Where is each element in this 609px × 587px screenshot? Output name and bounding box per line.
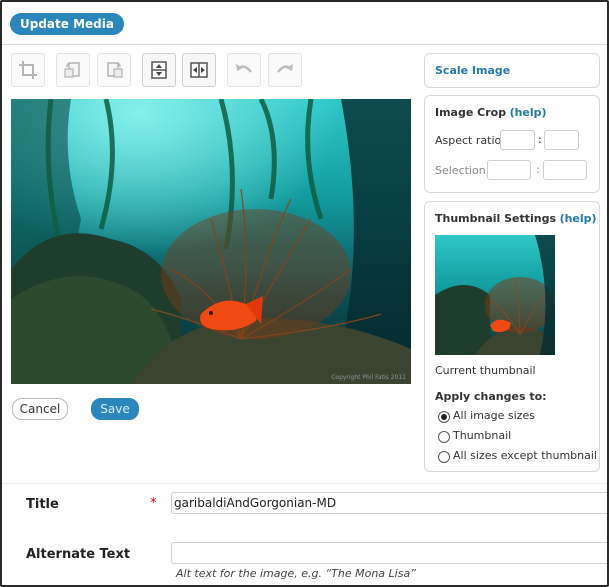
rotate-left-button[interactable] bbox=[56, 53, 90, 87]
flip-vertical-button[interactable] bbox=[142, 53, 176, 87]
apply-changes-label: Apply changes to: bbox=[435, 390, 547, 403]
image-crop-title: Image Crop bbox=[435, 106, 507, 119]
flip-horizontal-button[interactable] bbox=[182, 53, 216, 87]
thumbnail-settings-panel: Thumbnail Settings (help) Current thumbn… bbox=[424, 201, 600, 472]
required-marker: * bbox=[150, 496, 157, 511]
aspect-ratio-label: Aspect ratio: bbox=[435, 134, 505, 147]
thumbnail-help-link[interactable]: (help) bbox=[560, 212, 597, 225]
undo-button[interactable] bbox=[227, 53, 261, 87]
selection-height-input[interactable] bbox=[543, 160, 587, 180]
apply-except-thumbnail-radio[interactable] bbox=[438, 451, 450, 463]
update-media-button[interactable]: Update Media bbox=[10, 13, 124, 35]
scale-image-panel[interactable]: Scale Image bbox=[424, 53, 600, 88]
aspect-ratio-height-input[interactable] bbox=[544, 130, 579, 150]
current-thumbnail-label: Current thumbnail bbox=[435, 364, 536, 377]
header-bar: Update Media bbox=[2, 2, 607, 45]
undo-icon bbox=[236, 64, 252, 73]
rotate-left-icon bbox=[64, 62, 80, 78]
crop-icon bbox=[19, 61, 37, 79]
photo-watermark: Copyright Phil Fatis 2011 bbox=[331, 374, 406, 381]
flip-horizontal-icon bbox=[190, 62, 208, 78]
rotate-right-icon bbox=[107, 62, 123, 78]
apply-all-sizes-radio[interactable] bbox=[438, 411, 450, 423]
flip-vertical-icon bbox=[151, 61, 167, 79]
fields-divider bbox=[2, 483, 607, 484]
image-crop-panel: Image Crop (help) Aspect ratio: : Select… bbox=[424, 95, 600, 193]
redo-button[interactable] bbox=[268, 53, 302, 87]
crop-button[interactable] bbox=[11, 53, 45, 87]
edit-image-preview[interactable]: Copyright Phil Fatis 2011 bbox=[11, 99, 411, 384]
title-input[interactable]: garibaldiAndGorgonian-MD bbox=[171, 492, 607, 514]
alternate-text-input[interactable] bbox=[171, 542, 607, 564]
selection-separator: : bbox=[536, 163, 540, 176]
apply-thumbnail-radio[interactable] bbox=[438, 431, 450, 443]
aspect-ratio-width-input[interactable] bbox=[500, 130, 535, 150]
title-label: Title bbox=[26, 497, 59, 512]
apply-all-sizes-label[interactable]: All image sizes bbox=[453, 409, 535, 422]
redo-icon bbox=[277, 64, 293, 73]
apply-except-thumbnail-label[interactable]: All sizes except thumbnail bbox=[453, 449, 597, 462]
selection-width-input[interactable] bbox=[487, 160, 531, 180]
rotate-right-button[interactable] bbox=[97, 53, 131, 87]
selection-label: Selection: bbox=[435, 164, 490, 177]
cancel-button[interactable]: Cancel bbox=[12, 398, 68, 420]
media-edit-window: Update Media Copyright Phil Fatis 2011 C… bbox=[0, 0, 609, 587]
aspect-separator: : bbox=[538, 133, 542, 146]
alternate-text-label: Alternate Text bbox=[26, 547, 131, 562]
current-thumbnail-image bbox=[435, 235, 555, 355]
thumbnail-settings-title: Thumbnail Settings bbox=[435, 212, 557, 225]
apply-thumbnail-label[interactable]: Thumbnail bbox=[453, 429, 511, 442]
crop-help-link[interactable]: (help) bbox=[510, 106, 547, 119]
underwater-photo: Copyright Phil Fatis 2011 bbox=[11, 99, 411, 384]
save-button[interactable]: Save bbox=[91, 398, 139, 420]
alternate-text-help: Alt text for the image, e.g. “The Mona L… bbox=[176, 567, 416, 580]
scale-image-title[interactable]: Scale Image bbox=[435, 64, 510, 77]
